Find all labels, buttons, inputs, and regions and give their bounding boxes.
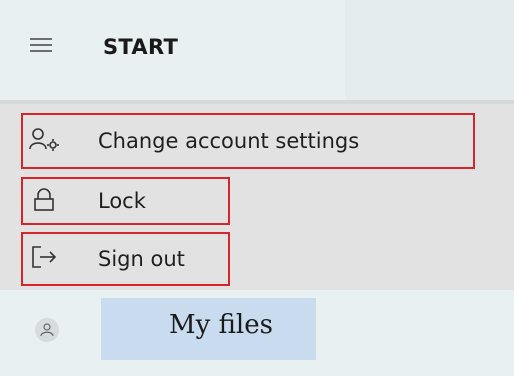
start-title: START bbox=[103, 35, 179, 59]
sign-out-item[interactable]: Sign out bbox=[21, 232, 230, 286]
menu-divider bbox=[0, 100, 514, 104]
change-account-settings-item[interactable]: Change account settings bbox=[21, 113, 475, 169]
lock-label: Lock bbox=[98, 189, 146, 213]
my-files-tile[interactable]: My files bbox=[101, 298, 316, 360]
hamburger-menu-icon[interactable] bbox=[30, 38, 52, 52]
start-menu: START Change account settings Lock Sign … bbox=[0, 0, 514, 376]
user-avatar-icon[interactable] bbox=[35, 318, 59, 342]
my-files-label: My files bbox=[169, 310, 273, 340]
sign-out-icon bbox=[32, 246, 57, 268]
lock-item[interactable]: Lock bbox=[21, 177, 230, 225]
change-account-settings-label: Change account settings bbox=[98, 129, 360, 153]
start-header: START bbox=[0, 0, 514, 100]
lock-icon bbox=[34, 188, 54, 211]
account-settings-icon bbox=[29, 128, 59, 151]
sign-out-label: Sign out bbox=[98, 247, 185, 271]
